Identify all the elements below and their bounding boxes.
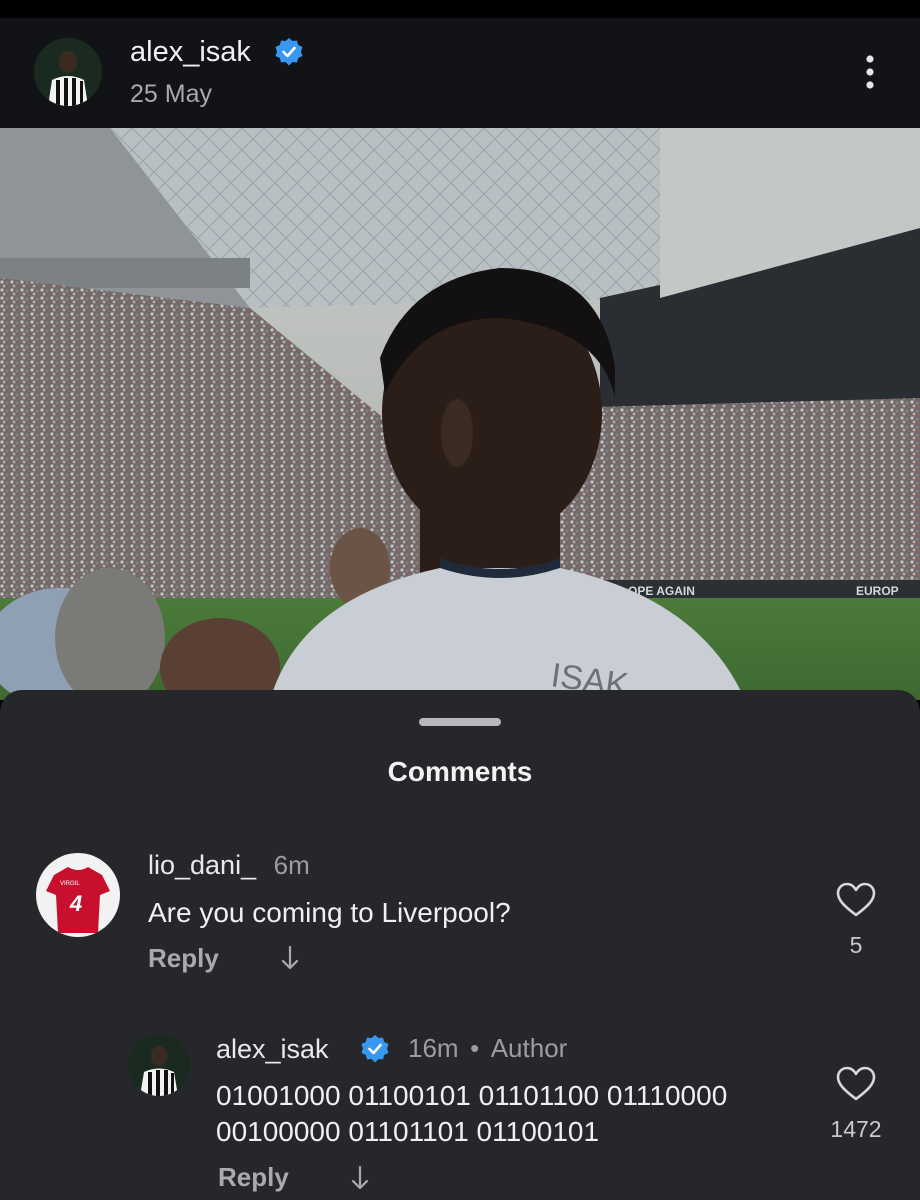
comments-sheet: Comments VIRGIL 4 lio_dani_ 6m Are you c… xyxy=(0,690,920,1200)
status-bar-strip xyxy=(0,0,920,18)
like-count: 1472 xyxy=(830,1116,882,1142)
author-label: Author xyxy=(490,1033,568,1063)
reply-time: 16m xyxy=(408,1033,459,1063)
reply-avatar[interactable] xyxy=(128,1034,190,1096)
like-count: 5 xyxy=(849,932,863,958)
comment-username-link[interactable]: lio_dani_ xyxy=(148,850,256,880)
reply-username: alex_isak xyxy=(216,1034,329,1065)
sheet-drag-handle[interactable] xyxy=(419,718,501,726)
post-date: 25 May xyxy=(130,80,212,108)
player-avatar-image xyxy=(128,1034,190,1096)
reply-meta: 16m • Author xyxy=(408,1033,567,1064)
post-photo[interactable]: OPE AGAIN EUROP ISAK xyxy=(0,128,920,700)
arrow-down-icon[interactable] xyxy=(350,1164,370,1192)
reply-button[interactable]: Reply xyxy=(148,943,219,974)
verified-badge-icon xyxy=(361,1035,389,1063)
jersey-name-text: VIRGIL xyxy=(60,881,80,887)
reply-text-line-1: 01001000 01100101 01101100 01110000 xyxy=(216,1080,728,1111)
more-vertical-icon[interactable] xyxy=(862,52,878,92)
post-username[interactable]: alex_isak xyxy=(130,36,251,69)
jersey-number-text: 4 xyxy=(69,891,82,916)
stadium-photo-image: OPE AGAIN EUROP ISAK xyxy=(0,128,920,700)
reply-text-line-2: 00100000 01101101 01100101 xyxy=(216,1116,600,1147)
banner-text-right: EUROP xyxy=(856,584,899,598)
comment-text: Are you coming to Liverpool? xyxy=(148,897,511,928)
heart-icon[interactable] xyxy=(836,1066,876,1102)
player-avatar-image xyxy=(34,38,102,106)
comments-title: Comments xyxy=(387,756,533,787)
commenter-avatar[interactable]: VIRGIL 4 xyxy=(36,853,120,937)
avatar[interactable] xyxy=(34,38,102,106)
reply-username-link[interactable]: alex_isak xyxy=(216,1034,329,1064)
comment-username: lio_dani_ 6m xyxy=(148,850,310,881)
jersey-avatar-image: VIRGIL 4 xyxy=(36,853,120,937)
meta-separator: • xyxy=(470,1033,480,1063)
heart-icon[interactable] xyxy=(836,882,876,918)
comment-time: 6m xyxy=(273,850,310,880)
verified-badge-icon xyxy=(275,38,303,66)
post-header: alex_isak 25 May xyxy=(0,18,920,128)
arrow-down-icon[interactable] xyxy=(280,944,300,972)
reply-button[interactable]: Reply xyxy=(218,1162,289,1193)
